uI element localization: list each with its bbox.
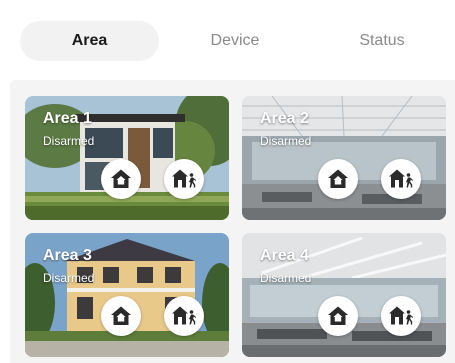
home-arm-button[interactable] — [101, 296, 141, 336]
area-name: Area 1 — [43, 110, 92, 127]
away-arm-icon — [172, 304, 196, 328]
away-arm-button[interactable] — [381, 159, 421, 199]
area-status: Disarmed — [260, 134, 312, 148]
area-grid: Area 1 Disarmed Area 2 Disarmed Area 3 D… — [10, 80, 455, 363]
area-name: Area 4 — [260, 247, 309, 264]
tab-device[interactable]: Device — [165, 21, 305, 61]
area-status: Disarmed — [43, 134, 95, 148]
area-status: Disarmed — [43, 271, 95, 285]
area-card-2[interactable]: Area 2 Disarmed — [242, 96, 446, 220]
area-card-3[interactable]: Area 3 Disarmed — [25, 233, 229, 357]
area-card-4[interactable]: Area 4 Disarmed — [242, 233, 446, 357]
home-arm-icon — [109, 304, 133, 328]
home-arm-button[interactable] — [318, 296, 358, 336]
away-arm-icon — [389, 304, 413, 328]
away-arm-icon — [172, 167, 196, 191]
area-name: Area 3 — [43, 247, 92, 264]
away-arm-button[interactable] — [381, 296, 421, 336]
area-card-1[interactable]: Area 1 Disarmed — [25, 96, 229, 220]
away-arm-button[interactable] — [164, 159, 204, 199]
tab-status[interactable]: Status — [312, 21, 452, 61]
area-status: Disarmed — [260, 271, 312, 285]
away-arm-button[interactable] — [164, 296, 204, 336]
away-arm-icon — [389, 167, 413, 191]
home-arm-icon — [326, 167, 350, 191]
home-arm-icon — [326, 304, 350, 328]
home-arm-button[interactable] — [101, 159, 141, 199]
home-arm-icon — [109, 167, 133, 191]
area-name: Area 2 — [260, 110, 309, 127]
home-arm-button[interactable] — [318, 159, 358, 199]
tab-area[interactable]: Area — [20, 21, 159, 61]
tab-bar: Area Device Status — [0, 0, 455, 80]
